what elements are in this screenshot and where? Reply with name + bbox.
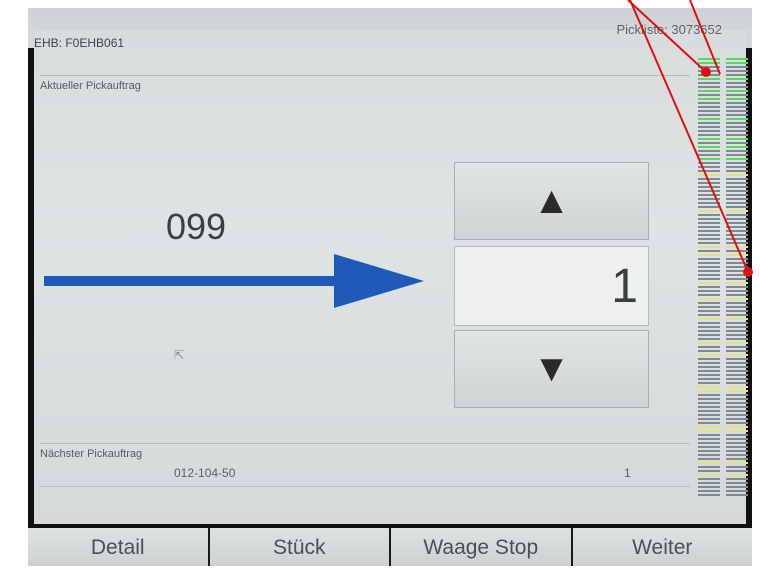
annotation-dot xyxy=(701,67,711,77)
annotation-overlay xyxy=(627,0,753,277)
annotation-dot xyxy=(743,267,753,277)
